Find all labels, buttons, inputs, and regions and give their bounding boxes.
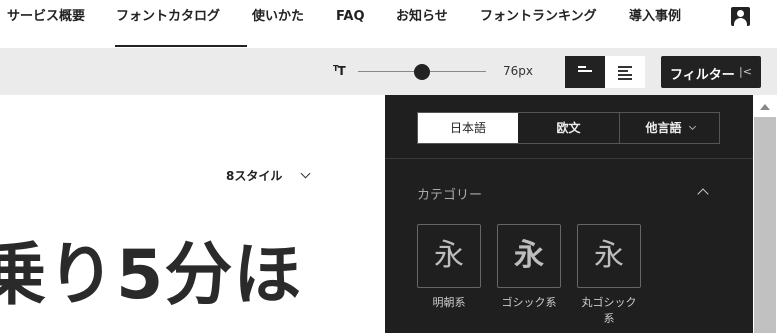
- panel-divider: [385, 158, 753, 159]
- tab-other-languages-label: 他言語: [645, 121, 682, 135]
- align-left-icon: [578, 66, 592, 74]
- align-left-button[interactable]: [565, 56, 605, 88]
- category-maru-gothic-label: 丸ゴシック系: [581, 296, 637, 325]
- top-nav: サービス概要 フォントカタログ 使いかた FAQ お知らせ フォントランキング …: [0, 0, 777, 46]
- chevron-down-icon: [688, 122, 696, 131]
- nav-item-faq[interactable]: FAQ: [336, 0, 365, 34]
- scrollbar[interactable]: [753, 95, 777, 333]
- font-preview-text: 乗り5分ほ: [0, 236, 303, 315]
- tab-other-languages[interactable]: 他言語: [620, 113, 720, 143]
- filter-panel: 日本語 欧文 他言語 カテゴリー 永 永 永 明朝系 ゴシック系 丸ゴシック系: [385, 95, 753, 333]
- category-maru-gothic-button[interactable]: 永: [577, 224, 641, 288]
- chevron-up-icon[interactable]: [697, 188, 709, 200]
- category-gothic-label: ゴシック系: [501, 296, 557, 309]
- collapse-panel-icon: |<: [739, 65, 752, 78]
- style-count-dropdown[interactable]: 8スタイル: [226, 167, 282, 184]
- nav-item-case-studies[interactable]: 導入事例: [629, 0, 681, 34]
- mincho-glyph-icon: 永: [434, 238, 464, 273]
- category-mincho-button[interactable]: 永: [417, 224, 481, 288]
- maru-gothic-glyph-icon: 永: [594, 238, 624, 273]
- nav-item-news[interactable]: お知らせ: [396, 0, 448, 34]
- nav-item-usage[interactable]: 使いかた: [252, 0, 304, 34]
- chevron-down-icon[interactable]: [300, 168, 311, 179]
- user-icon[interactable]: [731, 7, 750, 26]
- filter-button-label: フィルター: [670, 68, 735, 83]
- nav-item-font-catalog[interactable]: フォントカタログ: [116, 0, 220, 34]
- filter-button[interactable]: フィルター |<: [661, 56, 761, 88]
- category-gothic-button[interactable]: 永: [497, 224, 561, 288]
- align-justify-button[interactable]: [605, 56, 645, 88]
- scrollbar-thumb[interactable]: [754, 117, 776, 333]
- active-nav-indicator: [115, 45, 247, 47]
- gothic-glyph-icon: 永: [514, 238, 544, 273]
- font-size-slider-thumb[interactable]: [414, 64, 430, 80]
- category-section-title: カテゴリー: [417, 188, 483, 203]
- nav-item-ranking[interactable]: フォントランキング: [480, 0, 597, 34]
- nav-item-service[interactable]: サービス概要: [7, 0, 85, 34]
- language-tabs: 日本語 欧文 他言語: [417, 112, 720, 144]
- tab-latin[interactable]: 欧文: [518, 113, 620, 143]
- scroll-up-arrow-icon[interactable]: [760, 104, 770, 110]
- tab-japanese[interactable]: 日本語: [418, 113, 518, 143]
- font-size-icon: TT: [333, 64, 346, 78]
- preview-toolbar: TT 76px フィルター |<: [0, 48, 777, 95]
- align-justify-icon: [618, 66, 632, 82]
- category-mincho-label: 明朝系: [432, 296, 466, 309]
- font-size-readout: 76px: [503, 64, 533, 78]
